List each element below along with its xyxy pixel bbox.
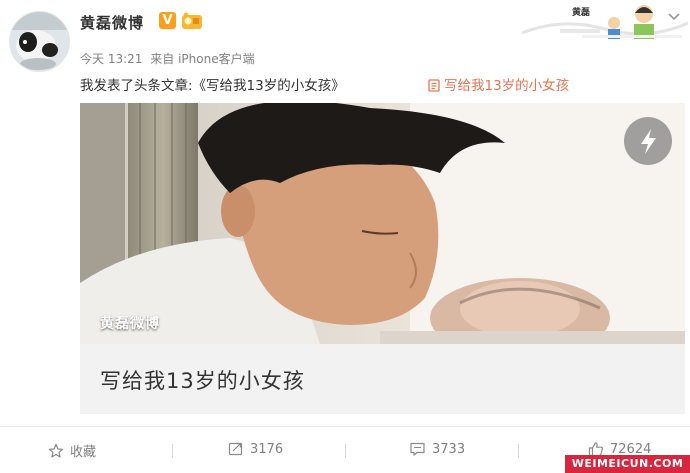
separator (518, 444, 519, 458)
separator (172, 444, 173, 458)
article-card[interactable]: 黄磊微博 写给我13岁的小女孩 (80, 103, 685, 414)
username[interactable]: 黄磊微博 (80, 12, 144, 33)
source-prefix: 来自 (150, 52, 175, 66)
comment-icon (410, 442, 425, 456)
post-source[interactable]: iPhone客户端 (178, 52, 255, 66)
article-photo[interactable]: 黄磊微博 (80, 103, 685, 344)
repost-icon (228, 442, 243, 456)
repost-count: 3176 (250, 441, 284, 457)
avatar-image (10, 12, 69, 71)
article-image (80, 103, 685, 344)
avatar[interactable] (9, 11, 70, 72)
separator (345, 444, 346, 458)
watermark: WEIMEICUN.COM (565, 455, 690, 473)
banner-text: 黄磊 (572, 8, 591, 18)
star-icon (48, 443, 64, 458)
post-text: 我发表了头条文章:《写给我13岁的小女孩》 (80, 78, 345, 94)
lightning-button[interactable] (624, 117, 672, 165)
profile-banner[interactable]: 黄磊 (521, 3, 689, 41)
article-link[interactable]: 写给我13岁的小女孩 (428, 74, 569, 94)
document-icon (428, 79, 440, 92)
comment-button[interactable]: 3733 (409, 441, 465, 457)
dropdown-icon[interactable] (668, 12, 680, 22)
gold-medal-icon[interactable] (181, 12, 203, 30)
post-meta: 今天 13:21 来自 iPhone客户端 (80, 50, 255, 67)
post-time: 今天 13:21 (80, 52, 143, 66)
article-link-text: 写给我13岁的小女孩 (444, 78, 570, 94)
favorite-label: 收藏 (70, 445, 97, 460)
vip-badge: V (159, 12, 176, 29)
favorite-button[interactable]: 收藏 (48, 441, 96, 460)
photo-caption: 黄磊微博 (100, 316, 160, 332)
article-title[interactable]: 写给我13岁的小女孩 (100, 365, 305, 395)
lightning-icon (641, 129, 656, 154)
comment-count: 3733 (432, 441, 466, 457)
repost-button[interactable]: 3176 (228, 441, 283, 457)
banner-image (521, 3, 689, 41)
